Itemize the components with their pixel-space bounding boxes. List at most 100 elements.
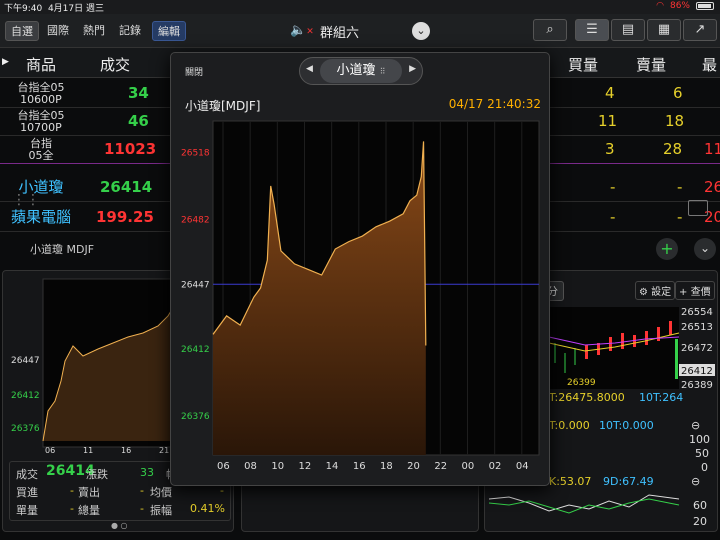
- prev-arrow-icon[interactable]: ◀: [306, 64, 313, 74]
- group-title: 群組六: [320, 26, 360, 41]
- col-sell-volume[interactable]: 賣量: [636, 54, 666, 75]
- row-buy-volume: 4: [605, 84, 615, 102]
- minus-icon[interactable]: ⊖: [691, 419, 700, 432]
- y-tick-label: 26412: [181, 345, 210, 355]
- y-tick-label: 26376: [181, 412, 210, 422]
- row-buy-volume: 11: [598, 112, 618, 130]
- page-indicator[interactable]: ● ○: [111, 521, 128, 530]
- tab-watchlist[interactable]: 自選: [5, 21, 39, 41]
- x-tick-label: 06: [217, 461, 230, 472]
- col-last[interactable]: 最: [702, 54, 717, 75]
- x-tick-label: 22: [434, 461, 447, 472]
- svg-text:26513: 26513: [681, 322, 713, 333]
- drag-handle-icon[interactable]: ⋮⋮: [12, 192, 40, 208]
- status-time: 下午9:40: [4, 4, 43, 14]
- svg-text:26554: 26554: [681, 307, 713, 318]
- detail-view-button[interactable]: ▤: [611, 19, 645, 41]
- wifi-icon: ◠: [656, 1, 664, 11]
- summary-swing: 0.41%: [190, 502, 225, 515]
- row-name: 台指 05全: [28, 137, 54, 162]
- svg-text:26412: 26412: [681, 366, 713, 377]
- row-sell-volume: 18: [665, 112, 685, 130]
- x-tick-label: 18: [380, 461, 393, 472]
- close-button[interactable]: 關閉: [185, 65, 203, 78]
- x-tick-label: 04: [516, 461, 529, 472]
- collapse-button[interactable]: ⌄: [694, 238, 716, 260]
- product-switcher: ◀ 小道瓊 ⠿ ▶: [299, 57, 423, 85]
- row-name: 台指全05 10700P: [17, 109, 65, 134]
- reorder-icon: ⠿: [379, 67, 386, 76]
- y-tick-label: 26447: [181, 280, 210, 290]
- col-name[interactable]: 商品: [26, 54, 56, 75]
- x-tick: 21: [159, 446, 169, 455]
- row-buy-volume: 3: [605, 140, 615, 158]
- row-trade: 46: [128, 112, 149, 130]
- x-tick-label: 10: [271, 461, 284, 472]
- status-date: 4月17日 週三: [47, 4, 104, 14]
- detail-icon: ▤: [621, 22, 635, 37]
- battery-icon: [696, 2, 714, 10]
- x-tick: 06: [45, 446, 55, 455]
- minus-icon[interactable]: ⊖: [691, 475, 700, 488]
- row-buy-volume: -: [610, 178, 616, 196]
- row-sell-volume: -: [677, 208, 683, 226]
- tab-history[interactable]: 記錄: [114, 21, 146, 41]
- row-sell-volume: -: [677, 178, 683, 196]
- x-tick-label: 14: [326, 461, 339, 472]
- x-tick: 11: [83, 446, 93, 455]
- row-trade: 199.25: [96, 208, 154, 226]
- intraday-chart: 26518 26482 26447 26412 26376 06 08 10 12 14 16 18…: [181, 120, 540, 472]
- col-buy-volume[interactable]: 買量: [568, 54, 598, 75]
- chevron-down-icon: ⌄: [699, 241, 711, 255]
- plus-icon: +: [679, 287, 688, 298]
- chevron-down-icon[interactable]: ⌄: [412, 22, 430, 40]
- kd-chart: [489, 494, 680, 514]
- row-last: 11: [704, 140, 720, 158]
- chart-timestamp: 04/17 21:40:32: [448, 97, 541, 111]
- tab-international[interactable]: 國際: [42, 21, 74, 41]
- tab-hot[interactable]: 熱門: [78, 21, 110, 41]
- x-tick-label: 16: [353, 461, 366, 472]
- trend-view-button[interactable]: ↗: [683, 19, 717, 41]
- y-tick: 26376: [11, 424, 40, 434]
- x-tick-label: 00: [462, 461, 475, 472]
- chart-icon: ▦: [657, 22, 671, 37]
- row-last: 26: [704, 178, 720, 196]
- chart-view-button[interactable]: ▦: [647, 19, 681, 41]
- y-tick: 26447: [11, 356, 40, 366]
- search-icon: ⌕: [546, 22, 554, 37]
- x-tick: 16: [121, 446, 131, 455]
- x-tick-label: 02: [489, 461, 502, 472]
- edit-button[interactable]: 編輯: [152, 21, 186, 41]
- play-icon[interactable]: ▶: [2, 57, 9, 67]
- mute-icon[interactable]: 🔈✕: [290, 23, 314, 38]
- quote-lookup-button[interactable]: + 查價: [675, 281, 715, 300]
- list-view-button[interactable]: ☰: [575, 19, 609, 41]
- summary-change: 33: [140, 466, 154, 479]
- chart-title: 小道瓊[MDJF]: [185, 99, 261, 113]
- row-buy-volume: -: [610, 208, 616, 226]
- current-product[interactable]: 小道瓊 ⠿: [320, 59, 402, 83]
- trend-icon: ↗: [694, 22, 706, 37]
- svg-text:26389: 26389: [681, 380, 713, 391]
- settings-button[interactable]: ⚙ 設定: [635, 281, 676, 300]
- plus-icon: +: [660, 239, 674, 258]
- row-trade: 11023: [104, 140, 157, 158]
- add-button[interactable]: +: [656, 238, 678, 260]
- y-tick: 26412: [11, 391, 40, 401]
- next-arrow-icon[interactable]: ▶: [409, 64, 416, 74]
- svg-text:26472: 26472: [681, 343, 713, 354]
- selected-product-label: 小道瓊 MDJF: [30, 243, 95, 256]
- row-name: 台指全05 10600P: [17, 81, 65, 106]
- row-name: 蘋果電腦: [10, 208, 71, 226]
- y-tick-label: 26518: [181, 149, 210, 159]
- row-sell-volume: 6: [673, 84, 683, 102]
- chart-popup: 關閉 ◀ 小道瓊 ⠿ ▶ 小道瓊[MDJF] 04/17 21:40:32 26…: [170, 52, 550, 486]
- col-trade[interactable]: 成交: [100, 54, 130, 75]
- row-sell-volume: 28: [663, 140, 683, 158]
- gear-icon: ⚙: [639, 287, 648, 298]
- top-toolbar: 自選 國際 熱門 記錄 編輯 🔈✕ 群組六 ⌄ ⌕ ☰ ▤ ▦ ↗: [0, 14, 720, 48]
- battery-percent: 86%: [669, 1, 690, 11]
- keyboard-icon[interactable]: [688, 200, 708, 216]
- search-button[interactable]: ⌕: [533, 19, 567, 41]
